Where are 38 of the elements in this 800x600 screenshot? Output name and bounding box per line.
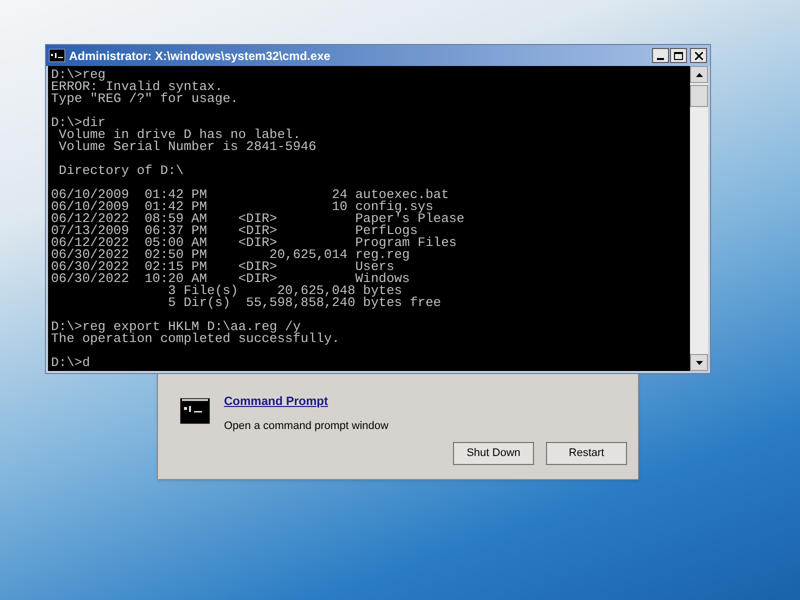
console-line: 06/10/2009 01:42 PM 24 autoexec.bat — [51, 189, 450, 201]
dialog-button[interactable]: Restart — [546, 442, 627, 465]
console-line: D:\>dir — [51, 117, 107, 129]
scroll-thumb[interactable] — [690, 85, 708, 107]
console-line: 07/13/2009 06:37 PM <DIR> PerfLogs — [51, 225, 418, 237]
console-line: 5 Dir(s) 55,598,858,240 bytes free — [167, 297, 442, 309]
scroll-up-button[interactable] — [690, 66, 708, 83]
terminal-icon — [180, 398, 210, 424]
console-line: 06/30/2022 10:20 AM <DIR> Windows — [51, 273, 411, 285]
option-description: Open a command prompt window — [224, 419, 388, 434]
window-title: Administrator: X:\windows\system32\cmd.exe — [69, 48, 332, 64]
console-line: D:\>d — [51, 357, 92, 369]
console-line: ERROR: Invalid syntax. — [51, 81, 224, 93]
console-line: 06/30/2022 02:15 PM <DIR> Users — [51, 261, 394, 273]
close-icon — [694, 52, 702, 60]
command-prompt-link[interactable]: Command Prompt — [224, 392, 388, 410]
up-arrow-icon — [696, 72, 702, 76]
minimize-button[interactable] — [652, 48, 669, 63]
console-line: 06/10/2009 01:42 PM 10 config.sys — [51, 201, 434, 213]
console-line: Volume Serial Number is 2841-5946 — [58, 141, 318, 153]
console-line: The operation completed successfully. — [51, 333, 341, 345]
console-line: 06/30/2022 02:50 PM 20,625,014 reg.reg — [51, 249, 411, 261]
down-arrow-icon — [696, 360, 702, 364]
close-button[interactable] — [690, 48, 707, 63]
console-icon — [49, 49, 65, 62]
minimize-icon — [657, 58, 664, 60]
console-line: 3 File(s) 20,625,048 bytes — [167, 285, 404, 297]
console-line: D:\>reg — [51, 69, 106, 81]
console-line: Volume in drive D has no label. — [58, 129, 301, 141]
console-line: Directory of D:\ — [58, 165, 185, 177]
scroll-down-button[interactable] — [690, 354, 708, 371]
dialog-button[interactable]: Shut Down — [453, 442, 534, 465]
console-line: 06/12/2022 08:59 AM <DIR> Paper's Please — [51, 213, 466, 225]
maximize-icon — [674, 52, 683, 60]
console-line: Type "REG /?" for usage. — [51, 93, 240, 105]
console-line: D:\>reg export HKLM D:\aa.reg /y — [51, 321, 301, 333]
console-line: 06/12/2022 05:00 AM <DIR> Program Files — [51, 237, 458, 249]
maximize-button[interactable] — [670, 48, 687, 63]
